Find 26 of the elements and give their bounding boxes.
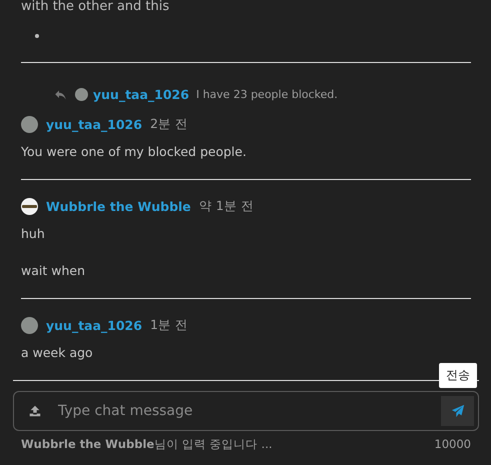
author-link[interactable]: Wubbrle the Wubble — [46, 199, 191, 214]
avatar-icon — [21, 116, 38, 133]
reply-preview-text: I have 23 people blocked. — [196, 88, 338, 101]
upload-icon[interactable] — [28, 404, 42, 418]
message-text: huh — [21, 226, 46, 241]
message-text: a week ago — [21, 345, 94, 360]
reply-author-link[interactable]: yuu_taa_1026 — [93, 87, 190, 102]
character-limit: 10000 — [434, 437, 471, 452]
author-link[interactable]: yuu_taa_1026 — [46, 117, 142, 132]
author-link[interactable]: yuu_taa_1026 — [46, 318, 142, 333]
avatar-icon — [21, 317, 38, 334]
message-time: 2분 전 — [150, 116, 188, 133]
bullet-icon — [35, 34, 39, 38]
avatar-icon — [75, 88, 88, 101]
message-text: with the other and this — [21, 0, 170, 14]
send-button[interactable] — [441, 396, 474, 426]
message-time: 1분 전 — [150, 317, 188, 334]
reply-arrow-icon — [54, 88, 67, 100]
message-text: wait when — [21, 263, 86, 278]
send-tooltip: 전송 — [439, 363, 477, 388]
message-text: You were one of my blocked people. — [21, 144, 248, 159]
message-input[interactable]: Type chat message — [56, 402, 441, 420]
send-icon — [450, 404, 464, 418]
avatar-icon — [21, 198, 38, 215]
message-time: 약 1분 전 — [198, 198, 254, 215]
typing-indicator: Wubbrle the Wubble님이 입력 중입니다 ... — [21, 437, 272, 452]
